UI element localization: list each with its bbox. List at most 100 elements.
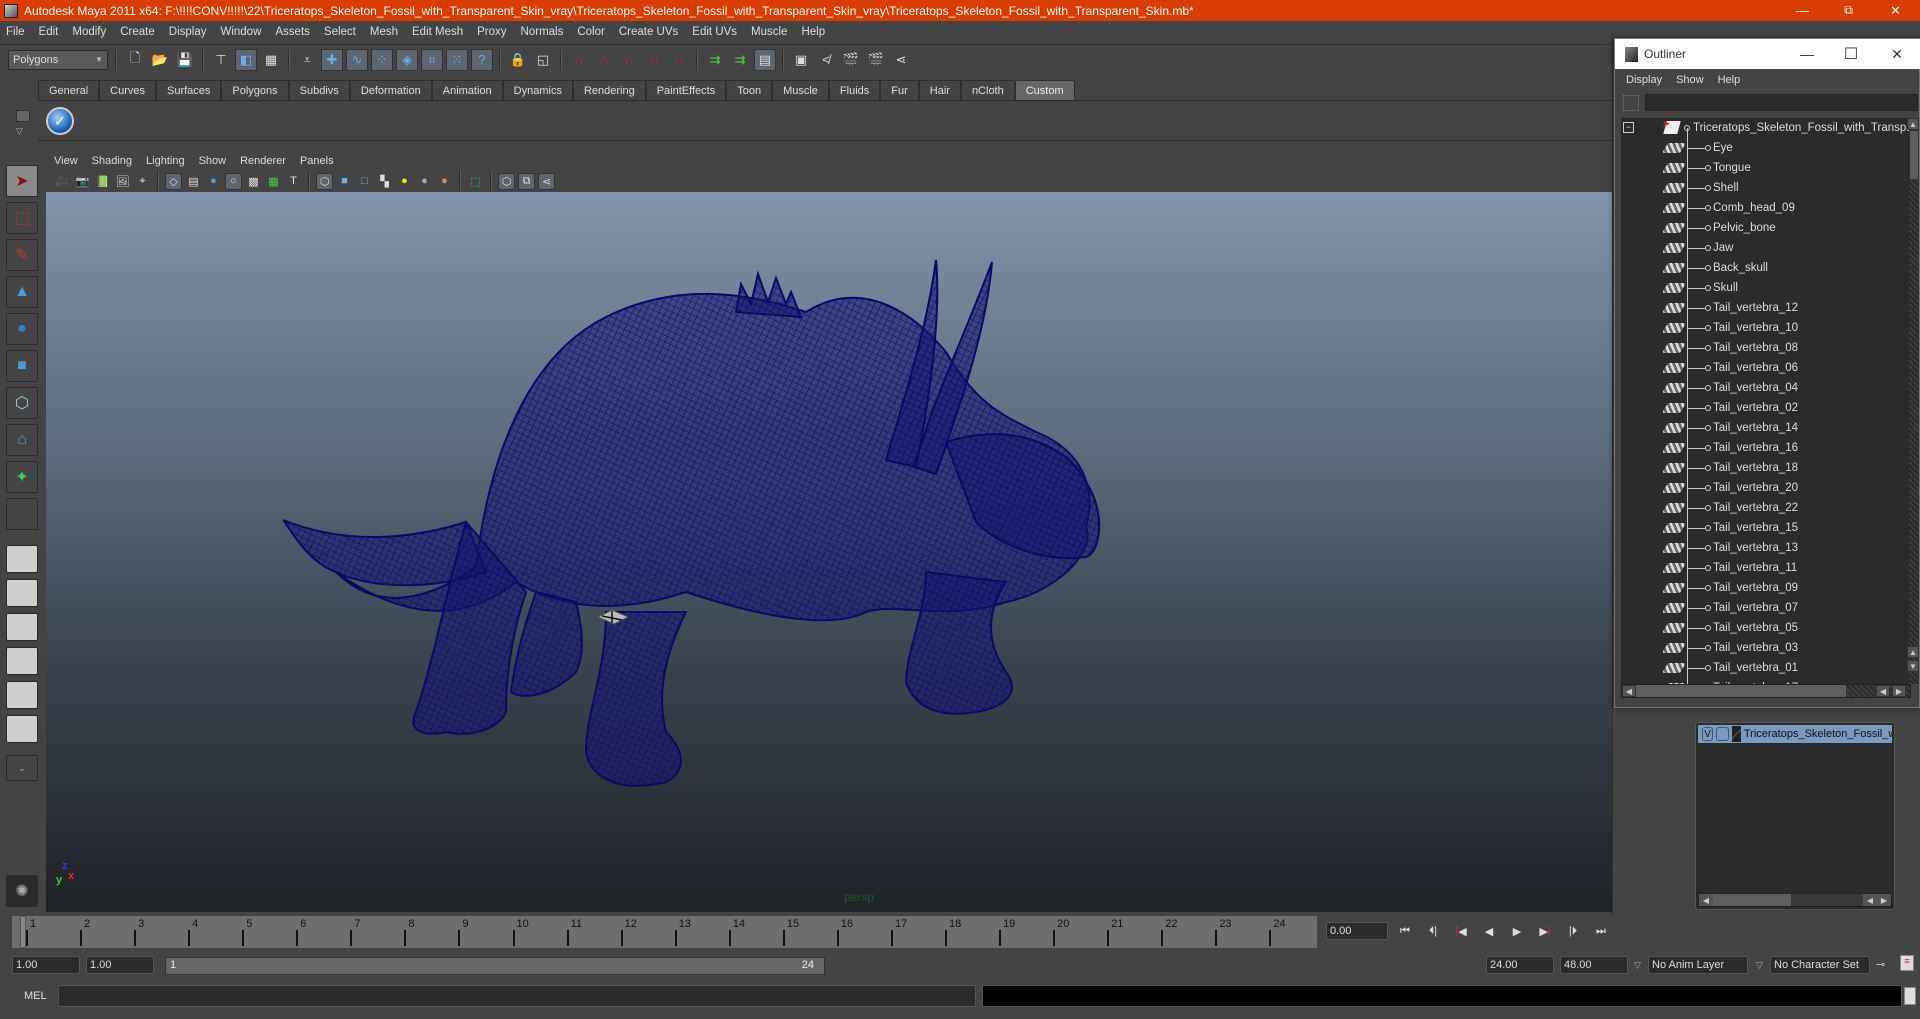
outliner-item[interactable]: Jaw (1621, 238, 1909, 258)
render-icon[interactable]: ⇉ (729, 49, 751, 71)
safe-action-icon[interactable]: ▦ (265, 173, 282, 190)
outliner-item[interactable]: Shell (1621, 178, 1909, 198)
persp-graph-outliner-layout-icon[interactable] (6, 715, 38, 743)
character-set-dropdown-icon[interactable]: ▽ (1756, 960, 1763, 971)
animation-start-field[interactable]: 1.00 (12, 956, 80, 974)
outliner-item[interactable]: Tail_vertebra_16 (1621, 438, 1909, 458)
layer-color-swatch[interactable] (1731, 726, 1741, 742)
dinosaur-mesh[interactable] (282, 259, 1101, 787)
scroll-left-icon[interactable]: ◀ (1863, 894, 1877, 906)
shadows-icon[interactable]: ● (416, 173, 433, 190)
isolate-select-icon[interactable]: ⬚ (467, 173, 484, 190)
anim-layer-dropdown-icon[interactable]: ▽ (1634, 960, 1641, 971)
shelf-tab-subdivs[interactable]: Subdivs (288, 80, 350, 100)
snap-live-icon[interactable]: ⌗ (421, 48, 443, 71)
universal-manip-icon[interactable]: ⬡ (6, 387, 38, 419)
scroll-thumb[interactable] (1909, 130, 1919, 180)
soft-mod-icon[interactable]: ⌂ (6, 424, 38, 456)
layer-row[interactable]: V Triceratops_Skeleton_Fossil_with_Trans… (1698, 725, 1892, 743)
shelf-tab-surfaces[interactable]: Surfaces (155, 80, 222, 100)
hypershade-persp-layout-icon[interactable] (6, 681, 38, 709)
scroll-left-icon[interactable]: ◀ (1699, 894, 1713, 906)
collapse-icon[interactable]: − (1623, 122, 1634, 133)
outliner-close-button[interactable]: ✕ (1877, 39, 1917, 69)
outliner-vscroll[interactable]: ▲ ▲ ▼ (1907, 118, 1919, 684)
play-backward-icon[interactable]: ◀ (1476, 921, 1502, 941)
outliner-hscroll[interactable]: ◀ ◀ ▶ (1621, 684, 1911, 698)
panel-menu-renderer[interactable]: Renderer (240, 155, 286, 167)
menu-display[interactable]: Display (169, 26, 207, 38)
outliner-item[interactable]: Tail_vertebra_02 (1621, 398, 1909, 418)
single-view-layout-icon[interactable] (6, 545, 38, 573)
bookmark-icon[interactable]: 📗 (94, 173, 111, 190)
shelf-tab-hair[interactable]: Hair (918, 80, 961, 100)
textured-icon[interactable]: ▚ (376, 173, 393, 190)
construction-icon[interactable]: ∩ (593, 49, 615, 71)
shelf-tab-polygons[interactable]: Polygons (221, 80, 289, 100)
range-slider-start[interactable]: 1 (170, 959, 176, 971)
panel-menu-lighting[interactable]: Lighting (146, 155, 185, 167)
open-scene-icon[interactable]: 📂 (149, 49, 171, 71)
default-lighting-icon[interactable]: ● (396, 173, 413, 190)
last-tool-icon[interactable] (6, 498, 38, 530)
scale-tool-icon[interactable]: ■ (6, 350, 38, 382)
resolution-gate-icon[interactable]: ● (205, 173, 222, 190)
scroll-up-icon[interactable]: ▲ (1907, 118, 1919, 130)
history-icon[interactable]: ∩ (568, 49, 590, 71)
new-scene-icon[interactable]: 🗋 (124, 49, 146, 71)
xray-components-icon[interactable]: ⋖ (538, 172, 555, 190)
outliner-menu-display[interactable]: Display (1626, 74, 1662, 86)
menu-edit-mesh[interactable]: Edit Mesh (412, 26, 463, 38)
menu-select[interactable]: Select (324, 26, 356, 38)
render-settings-icon[interactable]: ▣ (790, 49, 812, 71)
menu-create-uvs[interactable]: Create UVs (619, 26, 678, 38)
panel-menu-panels[interactable]: Panels (300, 155, 334, 167)
ipr-icon[interactable]: ▤ (754, 48, 776, 71)
menu-create[interactable]: Create (120, 26, 155, 38)
select-object-icon[interactable]: ◧ (235, 48, 257, 71)
outliner-item[interactable]: Tail_vertebra_03 (1621, 638, 1909, 658)
xray-joints-icon[interactable]: ⧉ (518, 172, 535, 190)
panel-menu-shading[interactable]: Shading (92, 155, 132, 167)
step-forward-key-icon[interactable]: |⏵ (1560, 921, 1586, 941)
select-camera-icon[interactable]: 🎥 (54, 173, 71, 190)
shelf-menu-icon[interactable]: ▽ (16, 126, 23, 137)
menu-modify[interactable]: Modify (72, 26, 106, 38)
shelf-tab-animation[interactable]: Animation (431, 80, 503, 100)
outliner-item[interactable]: Tail_vertebra_07 (1621, 598, 1909, 618)
minimize-button[interactable]: — (1780, 0, 1825, 21)
safe-title-icon[interactable]: T (285, 173, 302, 190)
lock-icon[interactable]: 🔒 (507, 49, 529, 71)
rotate-tool-icon[interactable]: ● (6, 313, 38, 345)
scroll-thumb[interactable] (1636, 685, 1846, 697)
range-slider[interactable]: 1 24 (165, 957, 825, 975)
scroll-thumb[interactable] (1713, 894, 1791, 906)
field-chart-icon[interactable]: ▩ (245, 173, 262, 190)
go-to-start-icon[interactable]: ⏮ (1392, 921, 1418, 941)
shelf-tab-custom[interactable]: Custom (1014, 80, 1075, 100)
gate-mask-icon[interactable]: ○ (225, 172, 242, 190)
camera-attributes-icon[interactable]: 📷 (74, 173, 91, 190)
menu-proxy[interactable]: Proxy (477, 26, 506, 38)
outliner-menu-help[interactable]: Help (1718, 74, 1741, 86)
xray-icon[interactable]: ⬡ (498, 172, 515, 190)
shelf-tab-toon[interactable]: Toon (726, 80, 773, 100)
time-slider[interactable]: 1 2 3 4 5 6 7 8 9 10 11 12 13 14 15 16 17 18 19 20 21 22 23 24 (12, 916, 1317, 948)
shelf-tab-painteffects[interactable]: PaintEffects (645, 80, 727, 100)
outliner-item[interactable]: Tail_vertebra_11 (1621, 558, 1909, 578)
input-icon[interactable]: ∩ (618, 49, 640, 71)
outliner-item[interactable]: Tail_vertebra_10 (1621, 318, 1909, 338)
outliner-item[interactable]: Tail_vertebra_14 (1621, 418, 1909, 438)
filter-icon[interactable]: ⩡ (296, 49, 318, 71)
menu-muscle[interactable]: Muscle (751, 26, 787, 38)
shelf-tab-dynamics[interactable]: Dynamics (502, 80, 573, 100)
menu-edit-uvs[interactable]: Edit UVs (692, 26, 737, 38)
menu-color[interactable]: Color (577, 26, 604, 38)
select-component-icon[interactable]: ▦ (260, 49, 282, 71)
outliner-item[interactable]: Tail_vertebra_04 (1621, 378, 1909, 398)
outliner-item[interactable]: Tail_vertebra_01 (1621, 658, 1909, 678)
outliner-item[interactable]: Eye (1621, 138, 1909, 158)
show-hide-icon[interactable]: ≮ (815, 49, 837, 71)
current-time-indicator[interactable] (20, 916, 26, 948)
script-language-toggle[interactable]: MEL (24, 990, 47, 1002)
